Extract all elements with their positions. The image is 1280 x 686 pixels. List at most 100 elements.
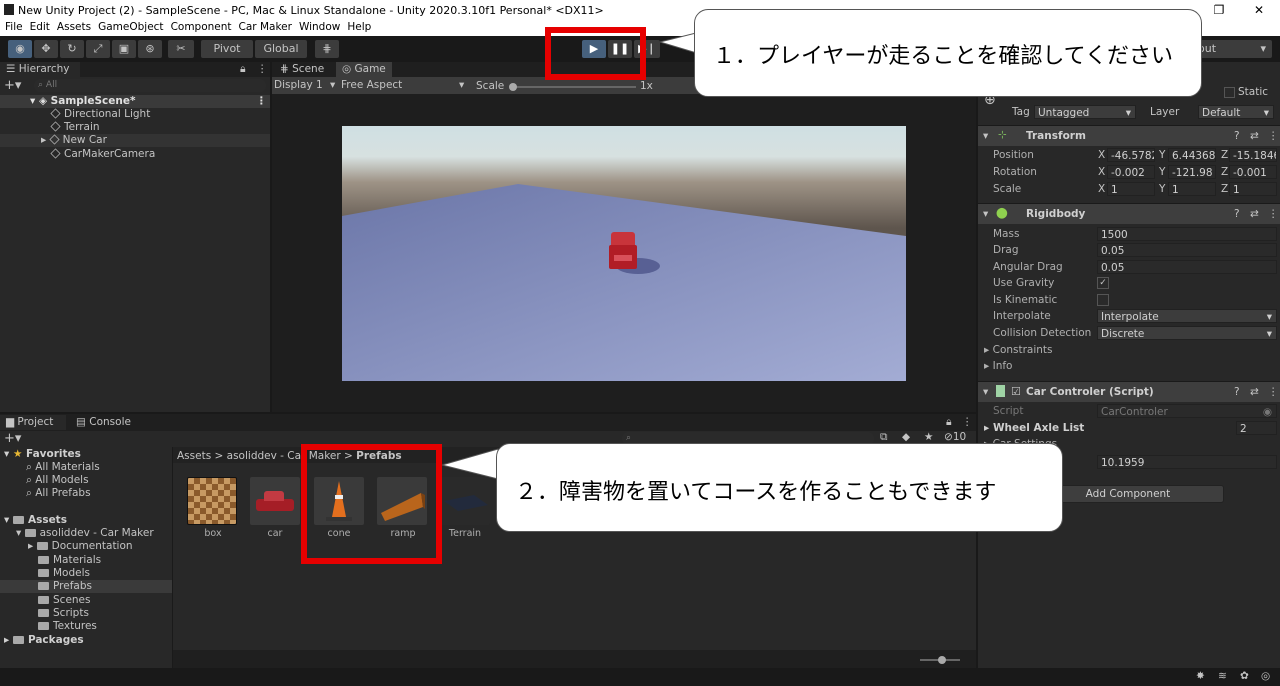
- rotate-tool-icon[interactable]: ↻: [60, 40, 84, 58]
- slider-knob[interactable]: [938, 656, 946, 664]
- folder-textures[interactable]: Textures: [0, 620, 97, 633]
- menu-gameobject[interactable]: GameObject: [93, 20, 163, 33]
- use-gravity-checkbox[interactable]: ✓: [1097, 277, 1109, 289]
- rotation-z-field[interactable]: -0.001: [1229, 165, 1277, 179]
- menu-component[interactable]: Component: [166, 20, 232, 33]
- static-checkbox[interactable]: [1224, 87, 1235, 98]
- kebab-menu-icon[interactable]: ⋮: [1268, 386, 1279, 398]
- folder-models[interactable]: Models: [0, 567, 90, 580]
- aspect-dropdown[interactable]: Free Aspect ▾: [341, 79, 469, 91]
- tab-scene[interactable]: ⋕ Scene: [274, 62, 330, 77]
- drag-field[interactable]: 0.05: [1097, 243, 1277, 257]
- foldout-arrow-icon[interactable]: ▾: [983, 130, 988, 142]
- collision-dropdown[interactable]: Discrete ▾: [1097, 326, 1277, 340]
- script-header[interactable]: ▾ ☑ Car Controler (Script) ? ⇄ ⋮: [978, 381, 1280, 402]
- hierarchy-item-directional-light[interactable]: Directional Light: [0, 108, 150, 121]
- menu-file[interactable]: File: [0, 20, 23, 33]
- scale-slider[interactable]: [509, 83, 636, 91]
- custom-tool-icon[interactable]: ✂: [168, 40, 194, 58]
- lock-icon[interactable]: 🔒︎: [240, 63, 246, 76]
- scale-slider-knob[interactable]: [509, 83, 517, 91]
- preset-icon[interactable]: ⇄: [1250, 130, 1259, 142]
- value-field[interactable]: 10.1959: [1097, 455, 1277, 469]
- hierarchy-item-new-car[interactable]: ▸ New Car: [0, 134, 270, 147]
- help-icon[interactable]: ?: [1234, 208, 1240, 220]
- pivot-toggle[interactable]: Pivot: [201, 40, 253, 58]
- breadcrumb-assets[interactable]: Assets: [177, 450, 211, 462]
- view-tool-eye-icon[interactable]: ◉: [8, 40, 32, 58]
- kebab-menu-icon[interactable]: ⋮: [1268, 130, 1279, 142]
- scale-y-field[interactable]: 1: [1168, 182, 1216, 196]
- wheel-axle-foldout[interactable]: ▸ Wheel Axle List: [984, 420, 1084, 436]
- create-add-icon[interactable]: +▾: [4, 431, 21, 446]
- fav-all-prefabs[interactable]: ⌕ All Prefabs: [0, 487, 91, 500]
- tag-dropdown[interactable]: Untagged ▾: [1034, 105, 1136, 119]
- wheel-axle-size-field[interactable]: 2: [1236, 421, 1277, 435]
- kebab-menu-icon[interactable]: ⋮: [962, 416, 973, 428]
- scale-tool-icon[interactable]: ⤢: [86, 40, 110, 58]
- preset-icon[interactable]: ⇄: [1250, 208, 1259, 220]
- menu-car-maker[interactable]: Car Maker: [234, 20, 292, 33]
- fav-all-models[interactable]: ⌕ All Models: [0, 474, 89, 487]
- tab-project[interactable]: ▆ Project: [0, 415, 66, 430]
- tab-game[interactable]: ◎ Game: [336, 62, 392, 77]
- info-foldout[interactable]: ▸ Info: [984, 358, 1012, 374]
- autogenerate-icon[interactable]: ◎: [1261, 670, 1270, 682]
- hidden-count-icon[interactable]: ⊘10: [944, 431, 966, 443]
- move-tool-icon[interactable]: ✥: [34, 40, 58, 58]
- folder-documentation[interactable]: ▸ Documentation: [0, 540, 133, 553]
- is-kinematic-checkbox[interactable]: [1097, 294, 1109, 306]
- foldout-arrow-icon[interactable]: ▾: [983, 208, 988, 220]
- car-model[interactable]: [609, 232, 637, 272]
- car-maker-folder[interactable]: ▾ asoliddev - Car Maker: [0, 527, 154, 540]
- assets-row[interactable]: ▾ Assets: [0, 514, 67, 527]
- prefab-car[interactable]: [250, 477, 300, 525]
- thumbnail-size-slider[interactable]: [920, 656, 960, 664]
- position-z-field[interactable]: -15.1846: [1229, 148, 1277, 162]
- foldout-arrow-icon[interactable]: ▾: [983, 386, 988, 398]
- position-y-field[interactable]: 6.44368: [1168, 148, 1216, 162]
- folder-prefabs[interactable]: Prefabs: [0, 580, 172, 593]
- transform-tool-icon[interactable]: ⊛: [138, 40, 162, 58]
- favorites-row[interactable]: ▾ ★ Favorites: [0, 448, 81, 461]
- hierarchy-tab[interactable]: ☰ Hierarchy: [0, 62, 80, 77]
- kebab-menu-icon[interactable]: ⋮: [257, 63, 268, 75]
- prefab-box[interactable]: [187, 477, 237, 525]
- folder-scenes[interactable]: Scenes: [0, 594, 90, 607]
- close-icon[interactable]: ✕: [1236, 0, 1280, 20]
- debug-bug-icon[interactable]: ✸: [1196, 670, 1205, 682]
- hierarchy-search-input[interactable]: ⌕ All: [34, 79, 266, 92]
- create-add-icon[interactable]: +▾: [4, 78, 21, 93]
- position-x-field[interactable]: -46.5782: [1107, 148, 1155, 162]
- filter-label-icon[interactable]: ◆: [902, 431, 910, 443]
- rotation-y-field[interactable]: -121.98: [1168, 165, 1216, 179]
- menu-help[interactable]: Help: [342, 20, 371, 33]
- help-icon[interactable]: ?: [1234, 130, 1240, 142]
- packages-row[interactable]: ▸ Packages: [0, 634, 84, 647]
- favorite-star-icon[interactable]: ★: [924, 431, 933, 443]
- menu-edit[interactable]: Edit: [25, 20, 50, 33]
- mass-field[interactable]: 1500: [1097, 227, 1277, 241]
- rotation-x-field[interactable]: -0.002: [1107, 165, 1155, 179]
- object-picker-icon[interactable]: ◉: [1263, 405, 1272, 417]
- lock-icon[interactable]: 🔒︎: [946, 416, 952, 429]
- rigidbody-header[interactable]: ▾ ⬤ Rigidbody ? ⇄ ⋮: [978, 203, 1280, 224]
- script-enabled-checkbox[interactable]: ☑: [1011, 385, 1021, 398]
- tab-console[interactable]: ▤ Console: [70, 415, 137, 430]
- interpolate-dropdown[interactable]: Interpolate ▾: [1097, 309, 1277, 323]
- folder-scripts[interactable]: Scripts: [0, 607, 89, 620]
- hierarchy-item-carmakercamera[interactable]: CarMakerCamera: [0, 148, 155, 161]
- progress-icon[interactable]: ≋: [1218, 670, 1227, 682]
- menu-assets[interactable]: Assets: [52, 20, 91, 33]
- constraints-foldout[interactable]: ▸ Constraints: [984, 342, 1053, 358]
- scale-x-field[interactable]: 1: [1107, 182, 1155, 196]
- scale-z-field[interactable]: 1: [1229, 182, 1277, 196]
- transform-header[interactable]: ▾ ⊹ Transform ? ⇄ ⋮: [978, 125, 1280, 146]
- rect-tool-icon[interactable]: ▣: [112, 40, 136, 58]
- kebab-menu-icon[interactable]: ⋮: [1268, 208, 1279, 220]
- game-render[interactable]: [342, 126, 906, 381]
- lighting-icon[interactable]: ✿: [1240, 670, 1249, 682]
- layer-dropdown[interactable]: Default ▾: [1198, 105, 1274, 119]
- display-dropdown[interactable]: Display 1 ▾: [274, 79, 336, 91]
- fav-all-materials[interactable]: ⌕ All Materials: [0, 461, 100, 474]
